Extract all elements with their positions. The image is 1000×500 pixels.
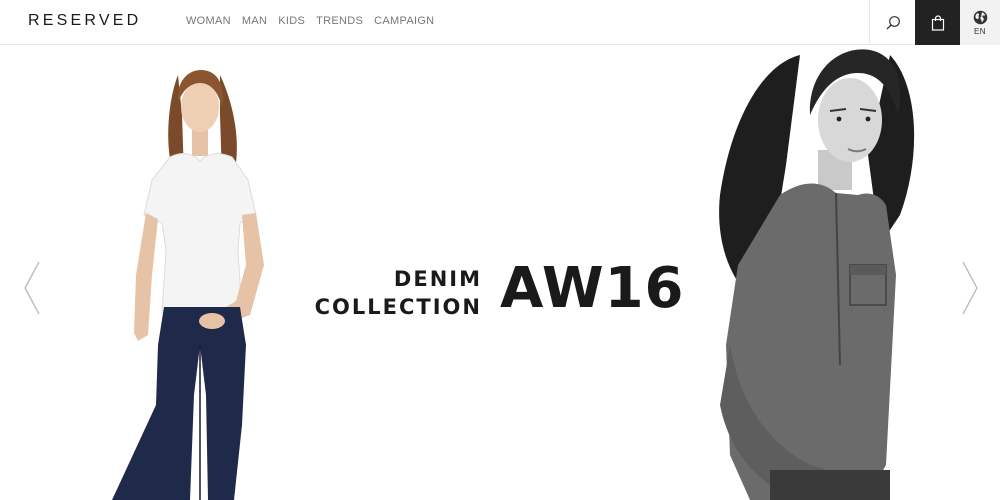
nav-item-man[interactable]: MAN	[242, 15, 267, 27]
globe-icon	[973, 10, 987, 24]
main-nav: WOMAN MAN KIDS TRENDS CAMPAIGN	[186, 15, 434, 27]
chevron-left-icon[interactable]	[22, 260, 42, 316]
headline-denim: DENIM	[393, 267, 482, 291]
language-label: EN	[973, 26, 987, 36]
nav-item-kids[interactable]: KIDS	[278, 15, 305, 27]
nav-item-campaign[interactable]: CAMPAIGN	[374, 15, 434, 27]
brand-logo[interactable]: RESERVED	[28, 12, 141, 30]
chevron-right-icon[interactable]	[960, 260, 980, 316]
shopping-bag-icon	[931, 14, 944, 31]
site-header: RESERVED WOMAN MAN KIDS TRENDS CAMPAIGN	[0, 0, 1000, 45]
model-left-image	[112, 70, 264, 500]
language-selector[interactable]: EN	[960, 0, 1000, 45]
model-right-image	[719, 49, 915, 500]
hero-headline: DENIM COLLECTION AW16	[315, 261, 684, 327]
nav-item-trends[interactable]: TRENDS	[316, 15, 363, 27]
headline-season: AW16	[500, 256, 685, 321]
search-icon	[886, 15, 900, 29]
page: RESERVED WOMAN MAN KIDS TRENDS CAMPAIGN	[0, 0, 1000, 500]
hero-banner[interactable]: DENIM COLLECTION AW16	[0, 45, 1000, 500]
nav-item-woman[interactable]: WOMAN	[186, 15, 231, 27]
headline-collection: COLLECTION	[314, 295, 482, 319]
search-button[interactable]	[869, 0, 915, 45]
cart-button[interactable]	[915, 0, 960, 45]
